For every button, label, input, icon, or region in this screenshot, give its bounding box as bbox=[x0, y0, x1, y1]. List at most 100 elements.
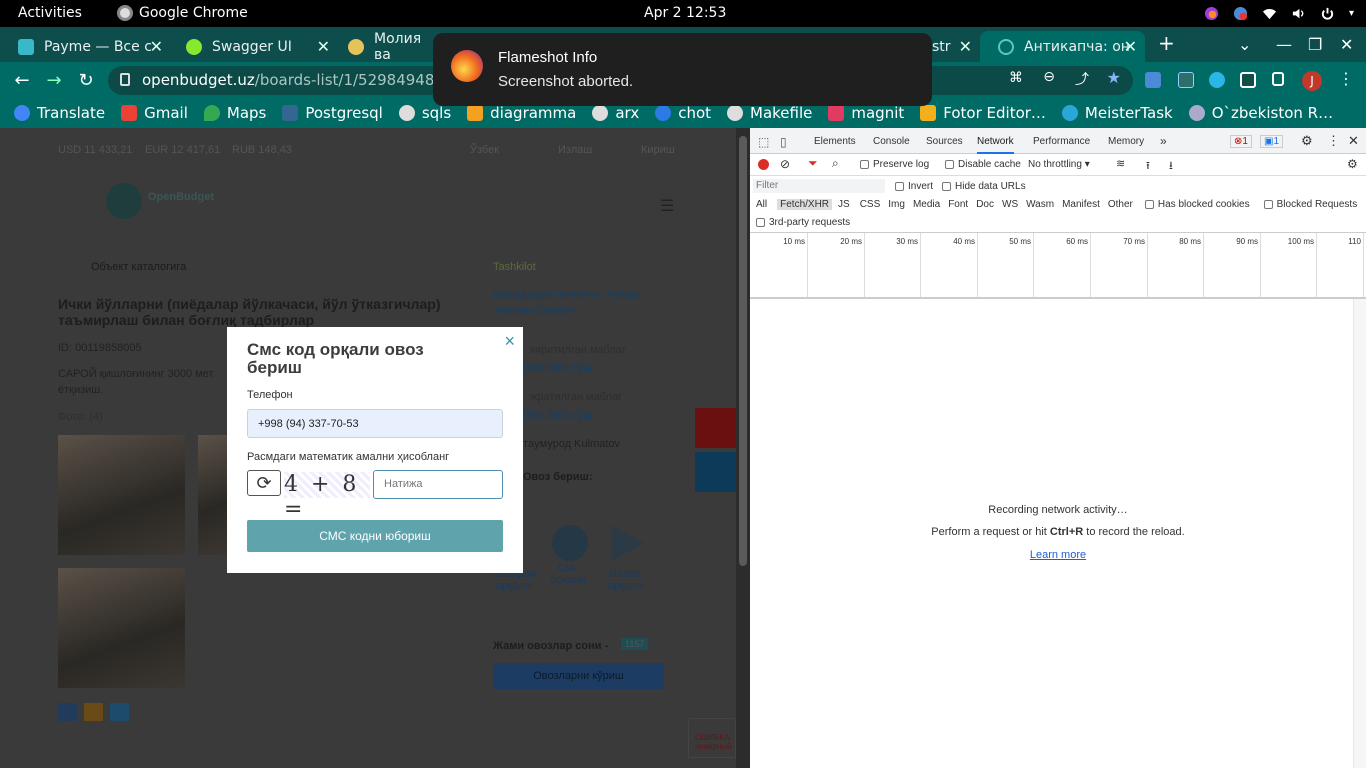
search-icon[interactable]: ⌕ bbox=[832, 156, 839, 171]
project-photo[interactable] bbox=[58, 568, 185, 688]
filter-ws[interactable]: WS bbox=[1002, 199, 1018, 210]
close-icon[interactable]: × bbox=[504, 331, 515, 352]
close-icon[interactable]: ✕ bbox=[150, 37, 163, 56]
minimize-button[interactable]: — bbox=[1276, 35, 1292, 54]
message-count-badge[interactable]: ▣1 bbox=[1260, 135, 1284, 148]
side-action-blue[interactable] bbox=[695, 452, 736, 492]
checkbox[interactable] bbox=[942, 181, 951, 191]
firefox-icon[interactable] bbox=[1204, 6, 1219, 21]
tab-swagger[interactable]: Swagger UI ✕ bbox=[168, 31, 338, 62]
chrome-notify-icon[interactable] bbox=[1233, 6, 1248, 21]
filter-input[interactable]: Filter bbox=[753, 179, 885, 193]
filter-wasm[interactable]: Wasm bbox=[1026, 199, 1054, 210]
filter-fetch-xhr[interactable]: Fetch/XHR bbox=[777, 199, 833, 210]
bookmark-diagramma[interactable]: diagramma bbox=[467, 104, 576, 122]
tab-payme[interactable]: Payme — Все с ✕ bbox=[0, 31, 171, 62]
scrollbar-thumb[interactable] bbox=[739, 136, 747, 566]
close-icon[interactable]: ✕ bbox=[959, 37, 972, 56]
project-photo[interactable] bbox=[198, 435, 228, 555]
tab-anticaptcha[interactable]: Антикапча: он ✕ bbox=[980, 31, 1145, 62]
learn-more-text[interactable]: Learn more bbox=[1030, 549, 1086, 561]
vote-app[interactable]: Илова орқали bbox=[602, 568, 648, 592]
language-select[interactable]: Ўзбек bbox=[470, 144, 499, 156]
app-menu[interactable]: Google Chrome bbox=[117, 5, 248, 21]
checkbox[interactable] bbox=[1263, 199, 1273, 209]
device-toolbar-icon[interactable]: ▯ bbox=[780, 135, 787, 149]
zoom-icon[interactable]: ⊖ bbox=[1043, 69, 1055, 85]
system-tray[interactable]: ▾ bbox=[1204, 6, 1354, 21]
wifi-icon[interactable] bbox=[1262, 6, 1277, 21]
tab-performance[interactable]: Performance bbox=[1033, 136, 1090, 147]
devtools-close-icon[interactable]: ✕ bbox=[1348, 133, 1359, 149]
bookmark-makefile[interactable]: Makefile bbox=[727, 104, 812, 122]
captcha-answer-input[interactable]: Натижа bbox=[373, 470, 503, 499]
sms-icon[interactable] bbox=[552, 525, 588, 561]
translate-icon[interactable]: ⌘ bbox=[1009, 70, 1023, 86]
captcha-refresh-button[interactable]: ⟳ bbox=[247, 470, 281, 496]
bookmark-chot[interactable]: chot bbox=[655, 104, 711, 122]
forward-button[interactable]: → bbox=[43, 70, 65, 91]
download-icon[interactable]: ⭳ bbox=[1169, 157, 1173, 176]
throttling-select[interactable]: No throttling ▾ bbox=[1028, 159, 1090, 170]
close-window-button[interactable]: ✕ bbox=[1340, 35, 1353, 54]
bookmark-postgresql[interactable]: Postgresql bbox=[282, 104, 383, 122]
tab-sources[interactable]: Sources bbox=[926, 136, 963, 147]
blocked-requests-checkbox[interactable]: Blocked Requests bbox=[1263, 199, 1357, 210]
bookmark-meistertask[interactable]: MeisterTask bbox=[1061, 104, 1173, 122]
filter-font[interactable]: Font bbox=[948, 199, 968, 210]
facebook-icon[interactable] bbox=[58, 703, 77, 721]
catalog-link[interactable]: Объект каталогига bbox=[91, 261, 186, 273]
inspect-icon[interactable]: ⬚ bbox=[758, 135, 769, 149]
translate-ext-icon[interactable] bbox=[1145, 72, 1161, 88]
power-icon[interactable] bbox=[1320, 6, 1335, 21]
activities-button[interactable]: Activities bbox=[18, 5, 82, 21]
phone-input[interactable]: +998 (94) 337-70-53 bbox=[247, 409, 503, 438]
invert-checkbox[interactable]: Invert bbox=[895, 181, 933, 192]
filter-all[interactable]: All bbox=[756, 199, 767, 210]
notification-toast[interactable]: Flameshot Info Screenshot aborted. bbox=[433, 33, 932, 106]
record-button[interactable] bbox=[758, 159, 769, 170]
network-scrollbar[interactable] bbox=[1353, 299, 1366, 768]
lock-icon[interactable] bbox=[120, 73, 130, 86]
search-link[interactable]: Излаш bbox=[558, 144, 592, 156]
bookmark-gmail[interactable]: Gmail bbox=[121, 104, 188, 122]
bookmark-magnit[interactable]: magnit bbox=[828, 104, 904, 122]
tab-elements[interactable]: Elements bbox=[814, 136, 856, 147]
menu-icon[interactable]: ⋮ bbox=[1338, 69, 1354, 88]
clock[interactable]: Apr 2 12:53 bbox=[644, 5, 726, 21]
share-icon[interactable]: ⤴ bbox=[1075, 69, 1089, 89]
vote-sms[interactable]: Смс орқали bbox=[546, 562, 590, 586]
project-photo[interactable] bbox=[58, 435, 185, 555]
hide-data-urls-checkbox[interactable]: Hide data URLs bbox=[942, 181, 1026, 192]
filter-img[interactable]: Img bbox=[888, 199, 905, 210]
star-icon[interactable]: ★ bbox=[1107, 68, 1121, 87]
filter-icon[interactable]: ⏷ bbox=[808, 156, 818, 171]
filter-css[interactable]: CSS bbox=[860, 199, 881, 210]
clear-icon[interactable]: ⊘ bbox=[780, 157, 790, 171]
logo-icon[interactable] bbox=[106, 183, 142, 219]
bookmark-uzbekiston[interactable]: O`zbekiston R… bbox=[1188, 104, 1333, 122]
view-votes-button[interactable]: Овозларни кўриш bbox=[493, 663, 664, 689]
bookmark-sqls[interactable]: sqls bbox=[398, 104, 451, 122]
tab-console[interactable]: Console bbox=[873, 136, 910, 147]
checkbox[interactable] bbox=[860, 159, 869, 169]
tab-moliya[interactable]: Молия ва bbox=[330, 31, 440, 63]
reload-button[interactable]: ↻ bbox=[75, 70, 97, 91]
network-settings-icon[interactable]: ⚙ bbox=[1347, 157, 1358, 171]
bookmark-fotor[interactable]: Fotor Editor… bbox=[920, 104, 1046, 122]
ext-brackets-icon[interactable] bbox=[1178, 72, 1194, 88]
page-scrollbar[interactable] bbox=[736, 128, 750, 768]
bookmark-translate[interactable]: Translate bbox=[14, 104, 105, 122]
checkbox[interactable] bbox=[756, 217, 765, 227]
hamburger-icon[interactable]: ☰ bbox=[660, 196, 674, 216]
telegram-icon[interactable] bbox=[110, 703, 129, 721]
learn-more-link[interactable]: Learn more bbox=[750, 549, 1366, 561]
upload-icon[interactable]: ⭱ bbox=[1146, 157, 1150, 176]
ok-icon[interactable] bbox=[84, 703, 103, 721]
error-count-badge[interactable]: ⊗1 bbox=[1230, 135, 1252, 148]
more-tabs-icon[interactable]: » bbox=[1160, 134, 1167, 148]
new-tab-button[interactable]: + bbox=[1158, 31, 1175, 55]
chevron-down-icon[interactable]: ▾ bbox=[1349, 8, 1354, 19]
network-timeline[interactable]: 10 ms 20 ms 30 ms 40 ms 50 ms 60 ms 70 ms 80 ms… bbox=[750, 233, 1366, 299]
maximize-button[interactable]: ❐ bbox=[1308, 35, 1322, 54]
